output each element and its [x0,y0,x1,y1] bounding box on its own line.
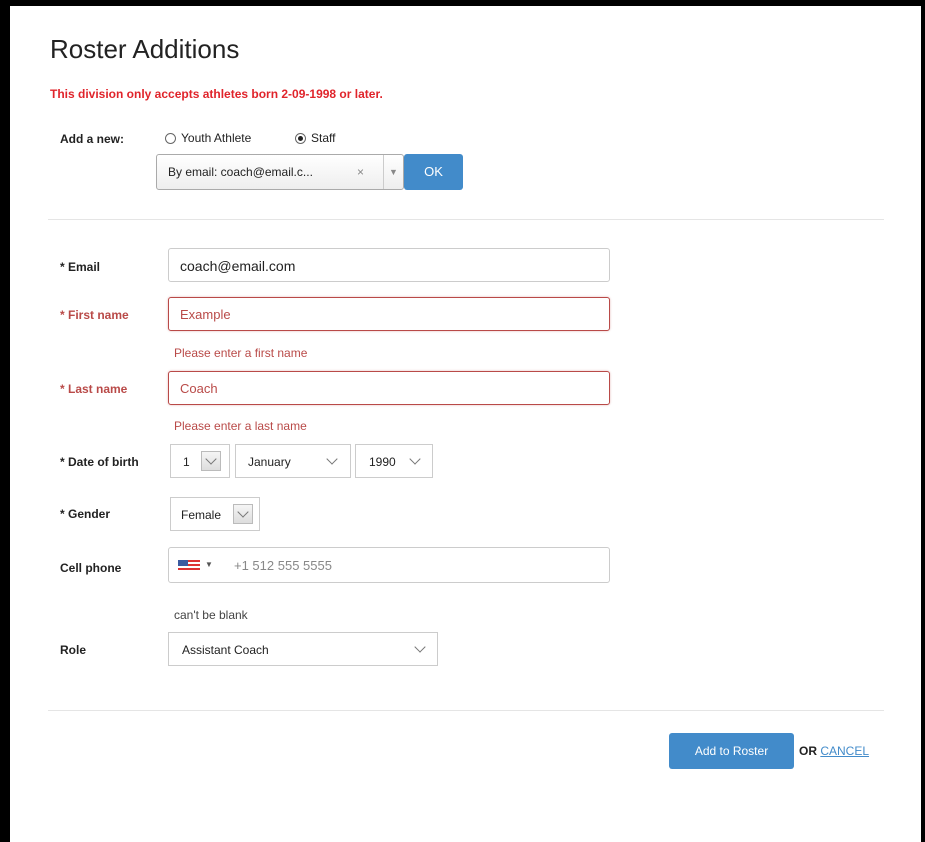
dropdown-arrow-icon[interactable]: ▼ [383,155,403,189]
gender-label: * Gender [60,507,111,521]
role-label: Role [60,643,87,657]
division-warning: This division only accepts athletes born… [50,87,383,101]
chevron-down-icon [414,641,426,653]
radio-youth-athlete-label: Youth Athlete [181,131,252,145]
cell-phone-label: Cell phone [60,561,122,575]
add-new-label: Add a new: [60,132,125,146]
role-value: Assistant Coach [182,643,269,657]
radio-circle-icon [165,132,176,144]
gender-value: Female [181,508,222,522]
ok-button[interactable]: OK [404,154,463,190]
dob-label: * Date of birth [60,455,139,469]
or-label: OR [799,744,817,758]
email-label: * Email [60,260,101,274]
radio-staff[interactable]: Staff [295,131,335,145]
us-flag-icon[interactable] [178,560,200,571]
or-cancel-group: OR CANCEL [799,744,869,758]
chevron-down-icon [233,504,253,524]
last-name-value: Coach [180,381,218,396]
email-value: coach@email.com [180,258,296,274]
role-select[interactable]: Assistant Coach [168,632,438,666]
last-name-label: * Last name [60,382,128,396]
page-title: Roster Additions [50,34,240,64]
staff-lookup-value: By email: coach@email.c... [168,165,313,179]
cancel-link[interactable]: CANCEL [820,744,869,758]
gender-select[interactable]: Female [170,497,260,531]
cell-phone-helper: can't be blank [174,608,248,622]
dob-day-select[interactable]: 1 [170,444,230,478]
chevron-down-icon [326,453,338,465]
chevron-down-icon [409,453,421,465]
last-name-error: Please enter a last name [174,419,307,433]
caret-down-icon[interactable]: ▼ [205,560,213,569]
roster-additions-panel [10,6,921,842]
first-name-field[interactable]: Example [168,297,610,331]
cell-phone-value: +1 512 555 5555 [234,558,332,573]
cell-phone-field[interactable]: ▼ +1 512 555 5555 [168,547,610,583]
clear-icon[interactable]: × [357,165,364,179]
last-name-field[interactable]: Coach [168,371,610,405]
dob-month-select[interactable]: January [235,444,351,478]
dob-year-value: 1990 [369,455,396,469]
email-field[interactable]: coach@email.com [168,248,610,282]
dob-year-select[interactable]: 1990 [355,444,433,478]
radio-youth-athlete[interactable]: Youth Athlete [165,131,251,145]
radio-staff-label: Staff [311,131,336,145]
section-divider [48,219,884,220]
first-name-value: Example [180,307,231,322]
dob-day-value: 1 [183,455,190,469]
first-name-label: * First name [60,308,129,322]
footer-divider [48,710,884,711]
chevron-down-icon [201,451,221,471]
dob-month-value: January [248,455,291,469]
add-to-roster-button[interactable]: Add to Roster [669,733,794,769]
radio-selected-icon [295,132,306,144]
first-name-error: Please enter a first name [174,346,308,360]
staff-lookup-select[interactable]: By email: coach@email.c... × ▼ [156,154,404,190]
